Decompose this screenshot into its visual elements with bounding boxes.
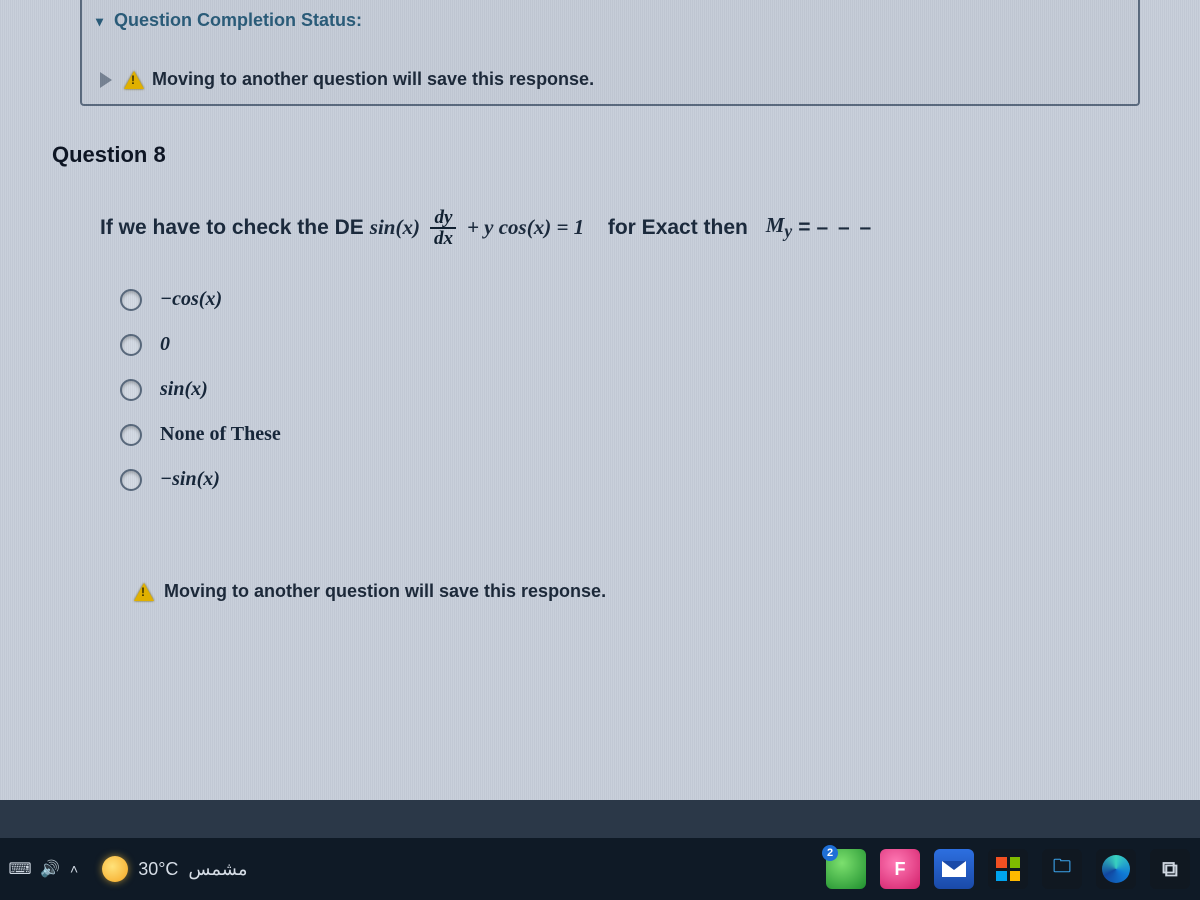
radio-icon[interactable] — [120, 379, 142, 401]
task-view-icon: ⧉ — [1162, 856, 1178, 882]
my-symbol: My — [766, 214, 792, 241]
chevron-down-icon: ▾ — [96, 13, 103, 30]
move-warning-banner-top: Moving to another question will save thi… — [100, 69, 1124, 90]
answer-options: −cos(x) 0 sin(x) None of These — [120, 288, 1140, 491]
volume-icon[interactable]: 🔊 — [40, 859, 60, 879]
taskbar-weather[interactable]: 30°C مشمس — [102, 856, 247, 882]
grid-icon — [996, 857, 1020, 881]
screen: ▾ Question Completion Status: Moving to … — [0, 0, 1200, 900]
prompt-before: If we have to check the DE — [100, 216, 364, 239]
radio-icon[interactable] — [120, 334, 142, 356]
frac-numerator: dy — [430, 208, 456, 229]
option-1-label: −cos(x) — [160, 288, 222, 311]
option-2-label: 0 — [160, 333, 170, 356]
option-4-label: None of These — [160, 423, 281, 446]
warning-icon — [134, 583, 154, 601]
prompt-after: for Exact then — [608, 216, 748, 239]
eq-after-frac: + y cos(x) = 1 — [467, 216, 584, 239]
radio-icon[interactable] — [120, 289, 142, 311]
question-block: Question 8 If we have to check the DE si… — [48, 142, 1140, 602]
taskbar-app-edge[interactable] — [1096, 849, 1136, 889]
warning-icon — [124, 71, 144, 89]
option-3[interactable]: sin(x) — [120, 378, 1140, 401]
taskbar-app-mail[interactable] — [934, 849, 974, 889]
question-prompt: If we have to check the DE sin(x) dy dx … — [100, 208, 1140, 248]
option-4[interactable]: None of These — [120, 423, 1140, 446]
frac-denominator: dx — [430, 229, 457, 248]
my-letter: M — [766, 213, 785, 237]
option-3-label: sin(x) — [160, 378, 208, 401]
answer-placeholder-dashes: – – – — [816, 216, 873, 239]
input-language-icon[interactable]: ⌨ — [10, 859, 30, 879]
windows-taskbar[interactable]: ⌨ 🔊 ˄ 30°C مشمس F 🗀 ⧉ — [0, 838, 1200, 900]
quiz-content-area: ▾ Question Completion Status: Moving to … — [0, 0, 1200, 800]
taskbar-app-pink[interactable]: F — [880, 849, 920, 889]
taskbar-app-task-view[interactable]: ⧉ — [1150, 849, 1190, 889]
radio-icon[interactable] — [120, 424, 142, 446]
move-warning-banner-bottom: Moving to another question will save thi… — [134, 581, 1140, 602]
eq-sinx: sin(x) — [370, 216, 420, 239]
folder-icon: 🗀 — [1053, 854, 1071, 884]
question-title: Question 8 — [52, 142, 1140, 168]
taskbar-app-microsoft-store[interactable] — [988, 849, 1028, 889]
weather-temp: 30°C — [138, 859, 178, 880]
radio-icon[interactable] — [120, 469, 142, 491]
my-subscript: y — [784, 221, 792, 241]
question-body: If we have to check the DE sin(x) dy dx … — [100, 208, 1140, 602]
edge-icon — [1102, 855, 1130, 883]
mail-icon — [942, 861, 966, 877]
completion-status-panel: ▾ Question Completion Status: Moving to … — [80, 0, 1140, 106]
move-warning-text: Moving to another question will save thi… — [152, 69, 594, 90]
equals-sign: = — [798, 216, 810, 239]
fraction-dy-dx: dy dx — [430, 208, 457, 248]
completion-status-header[interactable]: ▾ Question Completion Status: — [96, 10, 1124, 31]
taskbar-app-pink-letter: F — [895, 859, 906, 880]
option-1[interactable]: −cos(x) — [120, 288, 1140, 311]
option-2[interactable]: 0 — [120, 333, 1140, 356]
taskbar-app-file-explorer[interactable]: 🗀 — [1042, 849, 1082, 889]
option-5[interactable]: −sin(x) — [120, 468, 1140, 491]
sun-icon — [102, 856, 128, 882]
completion-status-label: Question Completion Status: — [114, 10, 362, 30]
arrow-right-icon — [100, 72, 112, 88]
option-5-label: −sin(x) — [160, 468, 220, 491]
chevron-up-icon[interactable]: ˄ — [70, 861, 78, 877]
taskbar-system-tray[interactable]: ⌨ 🔊 ˄ — [10, 859, 78, 879]
weather-label: مشمس — [188, 859, 247, 880]
taskbar-app-green[interactable] — [826, 849, 866, 889]
move-warning-text-bottom: Moving to another question will save thi… — [164, 581, 606, 602]
